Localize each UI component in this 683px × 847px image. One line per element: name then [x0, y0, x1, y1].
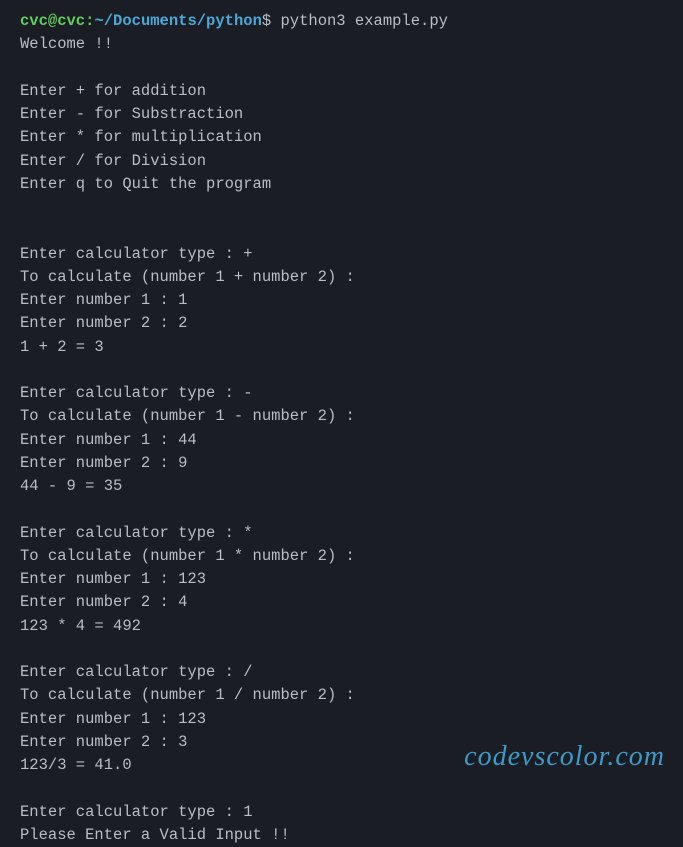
output-op3-prompt: To calculate (number 1 * number 2) :: [20, 547, 355, 565]
prompt-dollar: $: [262, 12, 271, 30]
output-op3-num1: Enter number 1 : 123: [20, 570, 206, 588]
output-op5-error: Please Enter a Valid Input !!: [20, 826, 290, 844]
prompt-user: cvc@cvc: [20, 12, 85, 30]
output-menu3: Enter * for multiplication: [20, 128, 262, 146]
output-op2-result: 44 - 9 = 35: [20, 477, 122, 495]
output-op4-num1: Enter number 1 : 123: [20, 710, 206, 728]
output-op1-type: Enter calculator type : +: [20, 245, 253, 263]
output-menu1: Enter + for addition: [20, 82, 206, 100]
output-op1-num2: Enter number 2 : 2: [20, 314, 187, 332]
output-op3-type: Enter calculator type : *: [20, 524, 253, 542]
watermark-text: codevscolor.com: [464, 736, 665, 778]
output-op4-result: 123/3 = 41.0: [20, 756, 132, 774]
output-op1-result: 1 + 2 = 3: [20, 338, 104, 356]
output-menu2: Enter - for Substraction: [20, 105, 243, 123]
output-op2-num1: Enter number 1 : 44: [20, 431, 197, 449]
output-menu5: Enter q to Quit the program: [20, 175, 271, 193]
output-menu4: Enter / for Division: [20, 152, 206, 170]
output-op3-num2: Enter number 2 : 4: [20, 593, 187, 611]
output-op4-num2: Enter number 2 : 3: [20, 733, 187, 751]
terminal-window[interactable]: cvc@cvc:~/Documents/python$ python3 exam…: [20, 10, 663, 847]
output-op3-result: 123 * 4 = 492: [20, 617, 141, 635]
output-op1-num1: Enter number 1 : 1: [20, 291, 187, 309]
output-op4-prompt: To calculate (number 1 / number 2) :: [20, 686, 355, 704]
command-text: python3 example.py: [281, 12, 448, 30]
output-op2-prompt: To calculate (number 1 - number 2) :: [20, 407, 355, 425]
output-op2-num2: Enter number 2 : 9: [20, 454, 187, 472]
output-welcome: Welcome !!: [20, 35, 113, 53]
output-op1-prompt: To calculate (number 1 + number 2) :: [20, 268, 355, 286]
prompt-path: ~/Documents/python: [94, 12, 261, 30]
output-op4-type: Enter calculator type : /: [20, 663, 253, 681]
output-op5-type: Enter calculator type : 1: [20, 803, 253, 821]
output-op2-type: Enter calculator type : -: [20, 384, 253, 402]
